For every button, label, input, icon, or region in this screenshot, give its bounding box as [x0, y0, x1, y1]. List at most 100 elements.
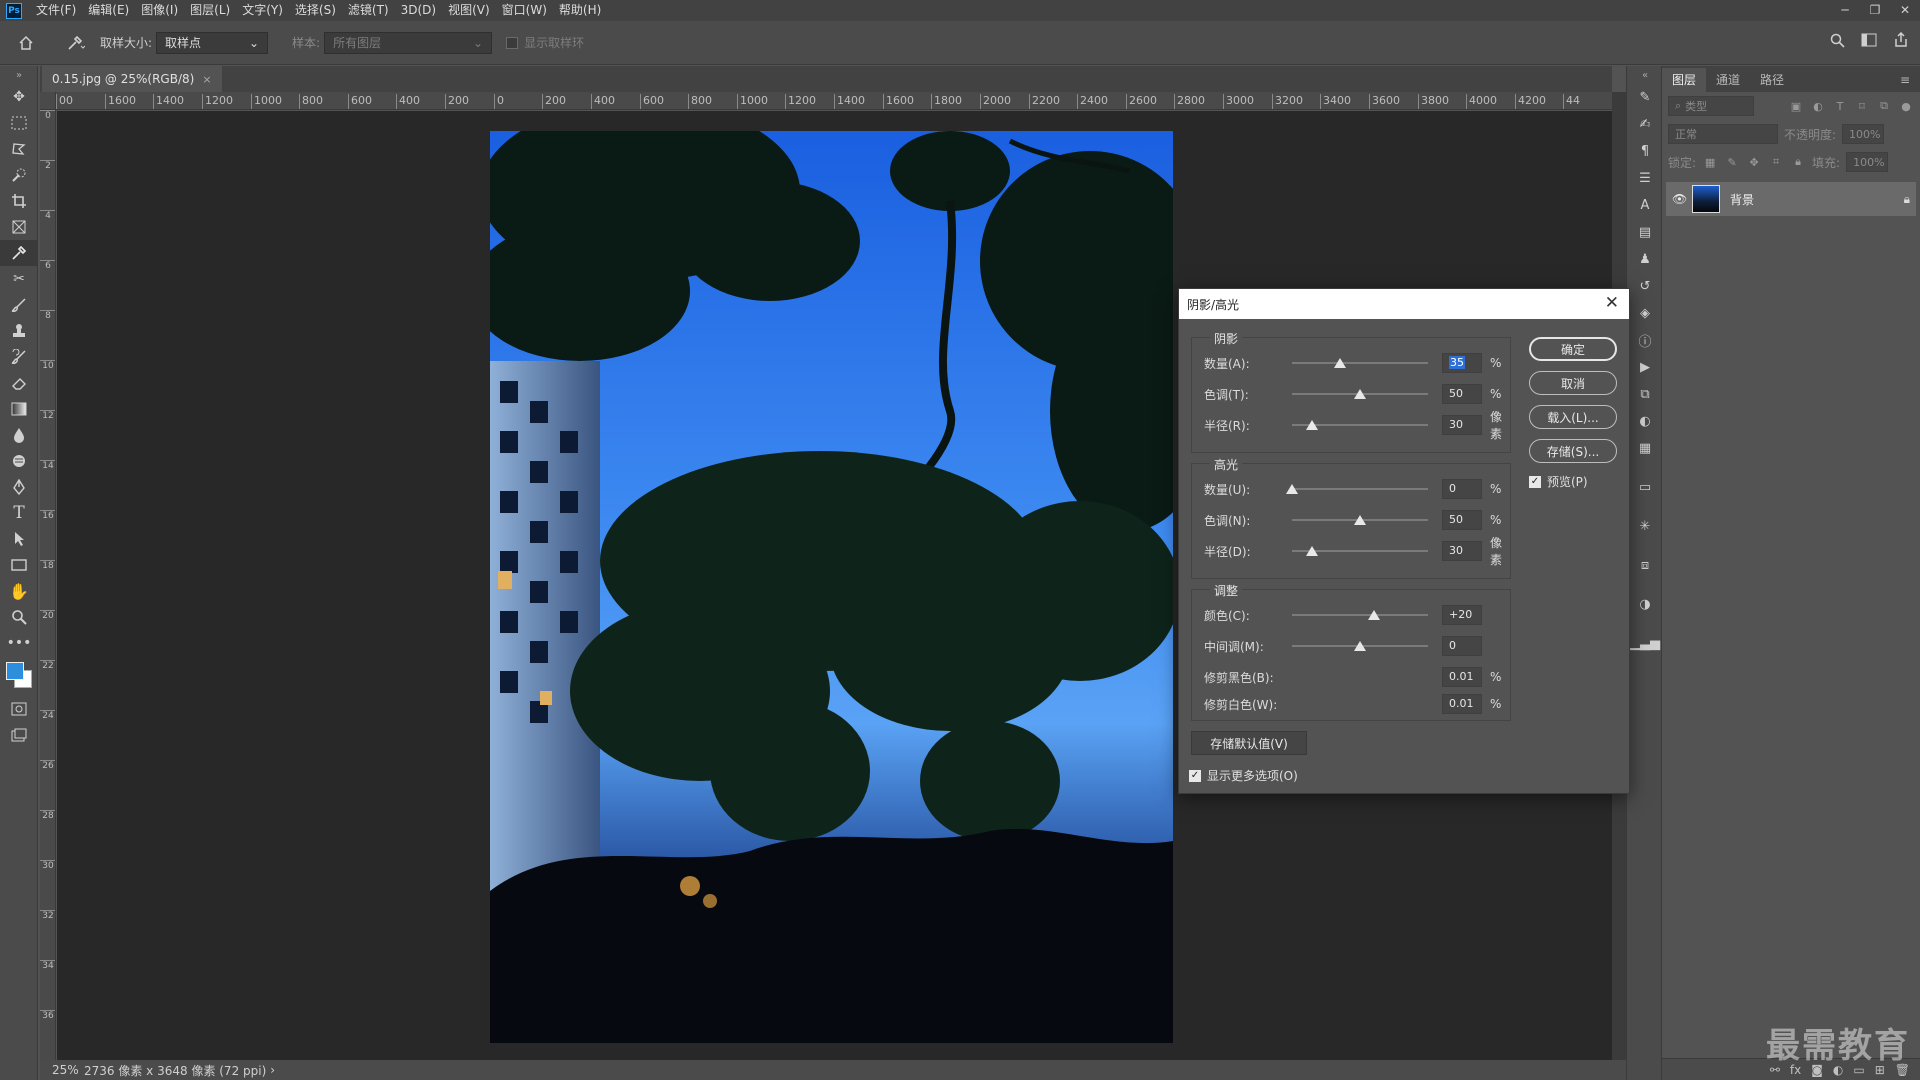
- hand-tool-icon[interactable]: ✋: [0, 578, 38, 604]
- highlights-amount-slider[interactable]: [1286, 484, 1428, 494]
- more-tools-icon[interactable]: •••: [0, 630, 38, 656]
- menu-layer[interactable]: 图层(L): [184, 0, 236, 21]
- document-info[interactable]: 2736 像素 x 3648 像素 (72 ppi): [84, 1062, 266, 1079]
- libraries-icon[interactable]: ▤: [1627, 219, 1663, 246]
- quick-select-tool-icon[interactable]: [0, 162, 38, 188]
- slider-thumb[interactable]: [1286, 484, 1298, 494]
- shadows-tone-slider[interactable]: [1292, 389, 1428, 399]
- menu-view[interactable]: 视图(V): [442, 0, 496, 21]
- cancel-button[interactable]: 取消: [1529, 371, 1617, 395]
- rectangle-tool-icon[interactable]: [0, 552, 38, 578]
- shadows-amount-field[interactable]: 35: [1442, 353, 1482, 373]
- character-icon[interactable]: A: [1627, 192, 1663, 219]
- highlights-tone-slider[interactable]: [1292, 515, 1428, 525]
- eyedropper-tool-icon[interactable]: [0, 240, 38, 266]
- stamp-tool-icon[interactable]: [0, 318, 38, 344]
- tab-layers[interactable]: 图层: [1662, 68, 1707, 92]
- midtone-field[interactable]: 0: [1442, 636, 1482, 656]
- ok-button[interactable]: 确定: [1529, 337, 1617, 361]
- healing-tool-icon[interactable]: ✂: [0, 266, 38, 292]
- slider-thumb[interactable]: [1306, 420, 1319, 430]
- slider-thumb[interactable]: [1333, 358, 1346, 368]
- highlights-radius-slider[interactable]: [1292, 546, 1428, 556]
- pen-tool-icon[interactable]: [0, 474, 38, 500]
- opacity-field[interactable]: 100%: [1842, 124, 1885, 144]
- highlights-tone-field[interactable]: 50: [1442, 510, 1482, 530]
- lock-position-icon[interactable]: ✥: [1746, 156, 1762, 169]
- path-select-tool-icon[interactable]: [0, 526, 38, 552]
- midtone-slider[interactable]: [1292, 641, 1428, 651]
- show-ring-checkbox[interactable]: 显示取样环: [506, 34, 584, 51]
- 3d-icon[interactable]: ◈: [1627, 300, 1663, 327]
- menu-3d[interactable]: 3D(D): [395, 0, 442, 21]
- slider-thumb[interactable]: [1367, 610, 1380, 620]
- brush-settings-icon[interactable]: ✎: [1627, 84, 1663, 111]
- restore-icon[interactable]: ❐: [1860, 0, 1890, 21]
- slider-thumb[interactable]: [1354, 641, 1366, 651]
- filter-smart-object-icon[interactable]: ⧉: [1876, 99, 1892, 113]
- layer-name[interactable]: 背景: [1730, 191, 1904, 208]
- color-icon[interactable]: ◐: [1627, 408, 1663, 435]
- layer-comps-icon[interactable]: ⧈: [1627, 552, 1663, 579]
- sample-select[interactable]: 所有图层 ⌄: [324, 31, 493, 54]
- info-icon[interactable]: ⓘ: [1627, 327, 1663, 354]
- highlights-amount-field[interactable]: 0: [1442, 479, 1482, 499]
- menu-filter[interactable]: 滤镜(T): [342, 0, 395, 21]
- type-tool-icon[interactable]: T: [0, 500, 38, 526]
- tab-paths[interactable]: 路径: [1750, 68, 1794, 92]
- brushes-icon[interactable]: ✍: [1627, 111, 1663, 138]
- filter-pixel-icon[interactable]: ▣: [1788, 100, 1804, 113]
- eraser-tool-icon[interactable]: [0, 370, 38, 396]
- close-icon[interactable]: ✕: [1605, 293, 1619, 313]
- chevron-right-icon[interactable]: ›: [270, 1063, 275, 1077]
- notes-icon[interactable]: ▭: [1627, 474, 1663, 501]
- layer-filter-select[interactable]: ⌕ 类型: [1668, 96, 1754, 116]
- lock-all-icon[interactable]: 🔒︎: [1790, 155, 1806, 169]
- highlights-radius-field[interactable]: 30: [1442, 541, 1482, 561]
- menu-edit[interactable]: 编辑(E): [82, 0, 135, 21]
- minimize-icon[interactable]: ─: [1830, 0, 1860, 21]
- filter-toggle-icon[interactable]: ●: [1898, 100, 1914, 113]
- lock-artboard-icon[interactable]: ⌗: [1768, 155, 1784, 169]
- menu-image[interactable]: 图像(I): [135, 0, 184, 21]
- collapse-panels-icon[interactable]: «: [1627, 66, 1663, 84]
- menu-file[interactable]: 文件(F): [30, 0, 82, 21]
- document-tab[interactable]: 0.15.jpg @ 25%(RGB/8) ×: [42, 66, 222, 92]
- menu-help[interactable]: 帮助(H): [553, 0, 607, 21]
- document-image[interactable]: [490, 131, 1173, 1043]
- close-icon[interactable]: ✕: [1890, 0, 1920, 21]
- clip-black-field[interactable]: 0.01: [1442, 667, 1482, 687]
- save-default-button[interactable]: 存储默认值(V): [1191, 731, 1307, 755]
- load-button[interactable]: 载入(L)...: [1529, 405, 1617, 429]
- zoom-level[interactable]: 25%: [40, 1063, 84, 1077]
- zoom-tool-icon[interactable]: [0, 604, 38, 630]
- move-tool-icon[interactable]: ✥: [0, 84, 38, 110]
- fill-field[interactable]: 100%: [1846, 152, 1889, 172]
- shadows-radius-slider[interactable]: [1292, 420, 1428, 430]
- color-slider[interactable]: [1292, 610, 1428, 620]
- histogram-icon[interactable]: ▁▃▅: [1627, 630, 1663, 657]
- frame-tool-icon[interactable]: [0, 214, 38, 240]
- dialog-title-bar[interactable]: 阴影/高光 ✕: [1179, 289, 1629, 319]
- clone-source-icon[interactable]: ♟: [1627, 246, 1663, 273]
- slider-thumb[interactable]: [1354, 389, 1366, 399]
- blur-tool-icon[interactable]: [0, 422, 38, 448]
- history-brush-tool-icon[interactable]: [0, 344, 38, 370]
- screen-mode-icon[interactable]: [0, 722, 38, 748]
- properties-icon[interactable]: ☰: [1627, 165, 1663, 192]
- menu-window[interactable]: 窗口(W): [496, 0, 553, 21]
- filter-type-icon[interactable]: T: [1832, 100, 1848, 113]
- lock-pixels-icon[interactable]: ✎: [1724, 156, 1740, 169]
- swatches-icon[interactable]: ▦: [1627, 435, 1663, 462]
- lock-transparency-icon[interactable]: ▦: [1702, 156, 1718, 169]
- workspace-icon[interactable]: [1858, 29, 1880, 51]
- foreground-color-swatch[interactable]: [6, 662, 24, 680]
- filter-adjustment-icon[interactable]: ◐: [1810, 100, 1826, 113]
- adjustments-icon[interactable]: ✳: [1627, 513, 1663, 540]
- preview-checkbox[interactable]: ✓ 预览(P): [1529, 473, 1588, 490]
- home-icon[interactable]: [12, 29, 40, 57]
- tab-channels[interactable]: 通道: [1706, 68, 1750, 92]
- actions-icon[interactable]: ▶: [1627, 354, 1663, 381]
- paths-icon[interactable]: ⧉: [1627, 381, 1663, 408]
- search-icon[interactable]: [1826, 29, 1848, 51]
